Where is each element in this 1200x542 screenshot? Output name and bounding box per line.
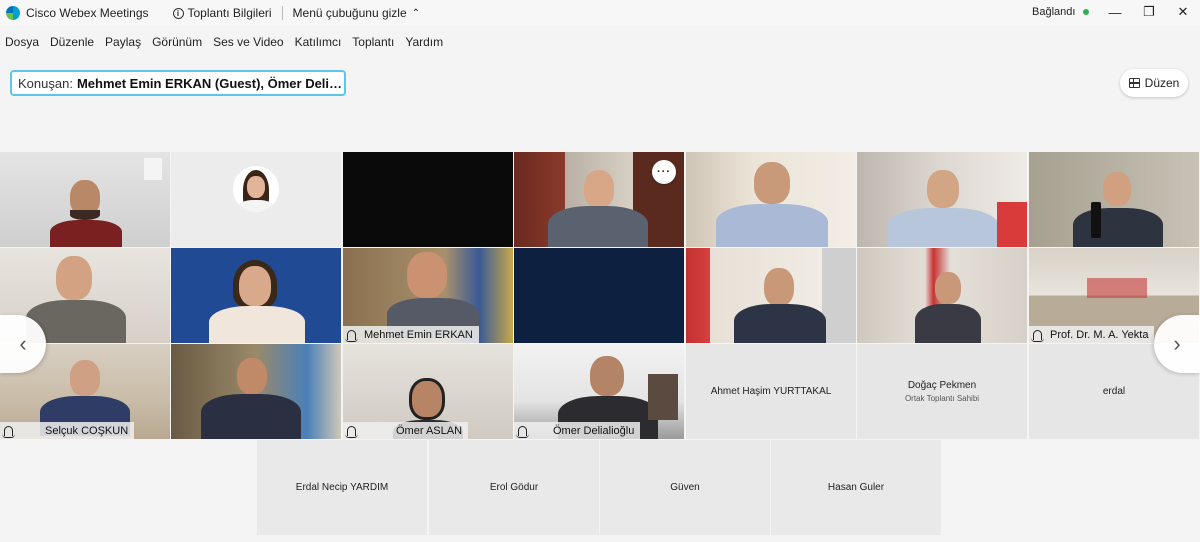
participant-name-tag: Prof. Dr. M. A. Yekta	[1029, 326, 1155, 343]
menu-file[interactable]: Dosya	[5, 35, 39, 49]
app-title: Cisco Webex Meetings	[26, 6, 149, 20]
layout-button-label: Düzen	[1144, 76, 1180, 90]
connection-status: Bağlandı	[1032, 6, 1090, 18]
active-speaker-indicator: Konuşan: Mehmet Emin ERKAN (Guest), Ömer…	[10, 70, 346, 96]
window-controls: — ❐ ✕	[1098, 0, 1200, 24]
video-tile[interactable]	[1029, 152, 1199, 247]
video-tile[interactable]	[171, 344, 341, 439]
participant-name: Erdal Necip YARDIM	[295, 482, 389, 493]
participant-name-tag: Ömer ASLAN	[343, 422, 469, 439]
participant-name: Prof. Dr. M. A. Yekta	[1050, 328, 1149, 341]
layout-button[interactable]: Düzen	[1120, 69, 1188, 97]
hide-menu-label: Menü çubuğunu gizle	[292, 6, 407, 20]
participant-tile-no-video[interactable]: Erdal Necip YARDIM	[257, 440, 427, 535]
participant-tile-no-video[interactable]: Doğaç Pekmen Ortak Toplantı Sahibi	[857, 344, 1027, 439]
participant-name: Ömer ASLAN	[396, 424, 463, 437]
participant-name: Hasan Guler	[827, 482, 885, 493]
menu-help[interactable]: Yardım	[405, 35, 443, 49]
video-tile[interactable]	[0, 152, 170, 247]
video-tile[interactable]	[514, 248, 684, 343]
close-button[interactable]: ✕	[1166, 0, 1200, 24]
divider	[281, 6, 283, 20]
participant-role: Ortak Toplantı Sahibi	[904, 394, 980, 403]
menu-edit[interactable]: Düzenle	[50, 35, 94, 49]
meeting-info-label: Toplantı Bilgileri	[187, 6, 272, 20]
hide-menu-bar-button[interactable]: Menü çubuğunu gizle ⌃	[293, 6, 420, 20]
video-tile[interactable]	[857, 248, 1027, 343]
participant-name: Mehmet Emin ERKAN	[364, 328, 473, 341]
connection-status-label: Bağlandı	[1032, 6, 1076, 18]
video-tile-active-speaker[interactable]: Ömer Delialioğlu	[514, 344, 684, 439]
participant-name: Selçuk COŞKUN	[45, 424, 129, 437]
menu-audio-video[interactable]: Ses ve Video	[213, 35, 284, 49]
microphone-icon	[1031, 329, 1044, 342]
video-tile[interactable]	[343, 152, 513, 247]
speaker-names: Mehmet Emin ERKAN (Guest), Ömer Delia...	[76, 75, 344, 91]
minimize-button[interactable]: —	[1098, 0, 1132, 24]
participant-name-tag: Mehmet Emin ERKAN	[343, 326, 479, 343]
participant-name: Güven	[670, 482, 700, 493]
webex-logo-icon	[6, 6, 20, 20]
menu-view[interactable]: Görünüm	[152, 35, 202, 49]
menu-meeting[interactable]: Toplantı	[352, 35, 394, 49]
title-bar: Cisco Webex Meetings i Toplantı Bilgiler…	[0, 0, 1200, 26]
microphone-icon	[2, 425, 15, 438]
info-icon: i	[172, 7, 184, 19]
menu-share[interactable]: Paylaş	[105, 35, 141, 49]
microphone-icon	[516, 425, 529, 438]
restore-button[interactable]: ❐	[1132, 0, 1166, 24]
microphone-icon	[345, 425, 358, 438]
participant-tile-no-video[interactable]: Güven	[600, 440, 770, 535]
video-tile[interactable]	[171, 248, 341, 343]
participant-name-tag: Selçuk COŞKUN	[0, 422, 135, 439]
participant-name: erdal	[1102, 386, 1126, 397]
connected-dot-icon	[1083, 9, 1090, 15]
video-tile[interactable]: ···	[514, 152, 684, 247]
chevron-up-icon: ⌃	[411, 7, 421, 19]
video-tile[interactable]	[171, 152, 341, 247]
participant-name: Erol Gödur	[489, 482, 539, 493]
avatar	[233, 166, 279, 212]
participant-name: Ömer Delialioğlu	[553, 424, 635, 437]
participant-tile-no-video[interactable]: Erol Gödur	[429, 440, 599, 535]
more-options-button[interactable]: ···	[652, 160, 676, 184]
chevron-right-icon: ›	[1173, 331, 1181, 356]
grid-layout-icon	[1128, 78, 1140, 88]
participant-tile-no-video[interactable]: Hasan Guler	[771, 440, 941, 535]
chevron-left-icon: ‹	[19, 331, 27, 356]
participant-tile-no-video[interactable]: Ahmet Haşim YURTTAKAL	[686, 344, 856, 439]
speaker-label: Konuşan:	[18, 75, 73, 91]
video-tile[interactable]	[686, 152, 856, 247]
participant-name-tag: Ömer Delialioğlu	[514, 422, 641, 439]
video-tile[interactable]	[857, 152, 1027, 247]
video-tile[interactable]	[686, 248, 856, 343]
meeting-info-button[interactable]: i Toplantı Bilgileri	[172, 6, 272, 20]
video-tile-active-speaker[interactable]: Mehmet Emin ERKAN	[343, 248, 513, 343]
video-tile[interactable]: Ömer ASLAN	[343, 344, 513, 439]
participant-name: Ahmet Haşim YURTTAKAL	[710, 386, 832, 397]
microphone-icon	[345, 329, 358, 342]
menu-bar: Dosya Düzenle Paylaş Görünüm Ses ve Vide…	[0, 33, 449, 51]
participant-name: Doğaç Pekmen	[907, 380, 977, 391]
menu-participant[interactable]: Katılımcı	[295, 35, 342, 49]
